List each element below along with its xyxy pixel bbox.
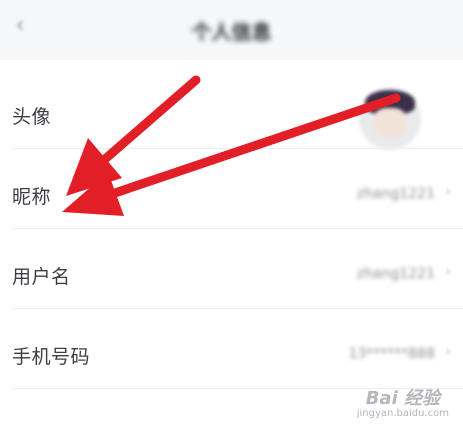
red-arrow-1 <box>66 75 201 196</box>
watermark-logo: Bai 经验 <box>365 388 441 409</box>
watermark: Bai 经验 jingyan.baidu.com <box>357 384 449 419</box>
watermark-url: jingyan.baidu.com <box>356 408 449 419</box>
annotation-arrows <box>62 75 401 216</box>
